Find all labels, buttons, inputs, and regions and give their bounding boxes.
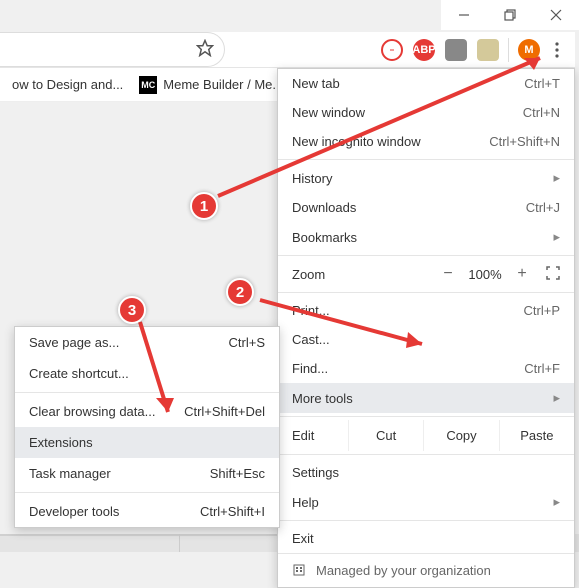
menu-separator	[278, 520, 574, 521]
block-icon[interactable]	[381, 39, 403, 61]
organization-icon	[292, 562, 306, 579]
submenu-clear-data[interactable]: Clear browsing data... Ctrl+Shift+Del	[15, 396, 279, 427]
menu-label: New incognito window	[292, 134, 421, 149]
bookmark-label: Meme Builder / Me...	[163, 77, 283, 92]
annotation-badge-1: 1	[190, 192, 218, 220]
menu-shortcut: Ctrl+T	[524, 76, 560, 91]
menu-shortcut: Ctrl+Shift+N	[489, 134, 560, 149]
adblock-plus-icon[interactable]: ABP	[413, 39, 435, 61]
menu-separator	[278, 292, 574, 293]
menu-label: New tab	[292, 76, 340, 91]
menu-shortcut: Shift+Esc	[210, 466, 265, 481]
profile-avatar[interactable]: M	[518, 39, 540, 61]
menu-new-incognito[interactable]: New incognito window Ctrl+Shift+N	[278, 127, 574, 156]
submenu-create-shortcut[interactable]: Create shortcut...	[15, 358, 279, 389]
menu-shortcut: Ctrl+N	[523, 105, 560, 120]
menu-shortcut: Ctrl+P	[524, 303, 560, 318]
menu-separator	[278, 255, 574, 256]
chevron-right-icon: ▸	[553, 494, 560, 510]
copy-button[interactable]: Copy	[423, 420, 498, 451]
bookmark-item[interactable]: MC Meme Builder / Me...	[131, 70, 291, 100]
annotation-badge-3: 3	[118, 296, 146, 324]
paste-button[interactable]: Paste	[499, 420, 574, 451]
menu-label: Find...	[292, 361, 328, 376]
managed-by-org[interactable]: Managed by your organization	[278, 553, 574, 587]
ext-icon-4[interactable]	[477, 39, 499, 61]
window-controls	[441, 0, 579, 30]
menu-label: New window	[292, 105, 365, 120]
main-menu-button[interactable]	[545, 38, 569, 62]
menu-more-tools[interactable]: More tools ▸	[278, 383, 574, 413]
address-bar[interactable]	[0, 32, 225, 67]
menu-label: Task manager	[29, 466, 111, 481]
bookmark-label: ow to Design and...	[12, 77, 123, 92]
menu-label: Cast...	[292, 332, 330, 347]
menu-label: Save page as...	[29, 335, 119, 350]
toolbar-separator	[508, 38, 509, 62]
bookmarks-bar: ow to Design and... MC Meme Builder / Me…	[0, 68, 279, 102]
chevron-right-icon: ▸	[553, 229, 560, 245]
menu-shortcut: Ctrl+F	[524, 361, 560, 376]
menu-shortcut: Ctrl+Shift+I	[200, 504, 265, 519]
menu-bookmarks[interactable]: Bookmarks ▸	[278, 222, 574, 252]
menu-label: Managed by your organization	[316, 563, 491, 578]
favicon: MC	[139, 76, 157, 94]
zoom-out-button[interactable]: −	[434, 265, 462, 283]
ext-icon-3[interactable]	[445, 39, 467, 61]
menu-label: Zoom	[292, 267, 325, 282]
menu-label: Print...	[292, 303, 330, 318]
menu-label: Downloads	[292, 200, 356, 215]
menu-cast[interactable]: Cast...	[278, 325, 574, 354]
maximize-button[interactable]	[487, 0, 533, 30]
more-tools-submenu: Save page as... Ctrl+S Create shortcut...…	[14, 326, 280, 528]
menu-label: Exit	[292, 531, 314, 546]
menu-label: Create shortcut...	[29, 366, 129, 381]
menu-help[interactable]: Help ▸	[278, 487, 574, 517]
bookmark-item[interactable]: ow to Design and...	[4, 71, 131, 98]
menu-shortcut: Ctrl+S	[229, 335, 265, 350]
menu-separator	[15, 492, 279, 493]
submenu-task-manager[interactable]: Task manager Shift+Esc	[15, 458, 279, 489]
menu-separator	[278, 416, 574, 417]
menu-label: Clear browsing data...	[29, 404, 155, 419]
menu-downloads[interactable]: Downloads Ctrl+J	[278, 193, 574, 222]
submenu-dev-tools[interactable]: Developer tools Ctrl+Shift+I	[15, 496, 279, 527]
submenu-save-page[interactable]: Save page as... Ctrl+S	[15, 327, 279, 358]
submenu-extensions[interactable]: Extensions	[15, 427, 279, 458]
menu-shortcut: Ctrl+J	[526, 200, 560, 215]
menu-label: Settings	[292, 465, 339, 480]
menu-zoom: Zoom − 100% +	[278, 259, 574, 289]
bookmark-star-icon[interactable]	[196, 39, 214, 60]
menu-history[interactable]: History ▸	[278, 163, 574, 193]
menu-new-window[interactable]: New window Ctrl+N	[278, 98, 574, 127]
annotation-badge-2: 2	[226, 278, 254, 306]
browser-toolbar: ABP M	[0, 32, 575, 68]
menu-separator	[278, 159, 574, 160]
menu-print[interactable]: Print... Ctrl+P	[278, 296, 574, 325]
menu-label: History	[292, 171, 332, 186]
cut-button[interactable]: Cut	[348, 420, 423, 451]
menu-shortcut: Ctrl+Shift+Del	[184, 404, 265, 419]
menu-separator	[15, 392, 279, 393]
minimize-button[interactable]	[441, 0, 487, 30]
menu-label: Edit	[278, 420, 348, 451]
menu-label: Developer tools	[29, 504, 119, 519]
chrome-main-menu: New tab Ctrl+T New window Ctrl+N New incog…	[277, 68, 575, 588]
fullscreen-icon[interactable]	[546, 266, 560, 283]
menu-label: Help	[292, 495, 319, 510]
menu-edit-row: Edit Cut Copy Paste	[278, 420, 574, 451]
menu-label: Extensions	[29, 435, 93, 450]
menu-separator	[278, 454, 574, 455]
zoom-value: 100%	[462, 267, 508, 282]
menu-label: More tools	[292, 391, 353, 406]
chevron-right-icon: ▸	[553, 390, 560, 406]
close-button[interactable]	[533, 0, 579, 30]
menu-exit[interactable]: Exit	[278, 524, 574, 553]
menu-new-tab[interactable]: New tab Ctrl+T	[278, 69, 574, 98]
menu-label: Bookmarks	[292, 230, 357, 245]
menu-settings[interactable]: Settings	[278, 458, 574, 487]
menu-find[interactable]: Find... Ctrl+F	[278, 354, 574, 383]
zoom-in-button[interactable]: +	[508, 265, 536, 283]
chevron-right-icon: ▸	[553, 170, 560, 186]
